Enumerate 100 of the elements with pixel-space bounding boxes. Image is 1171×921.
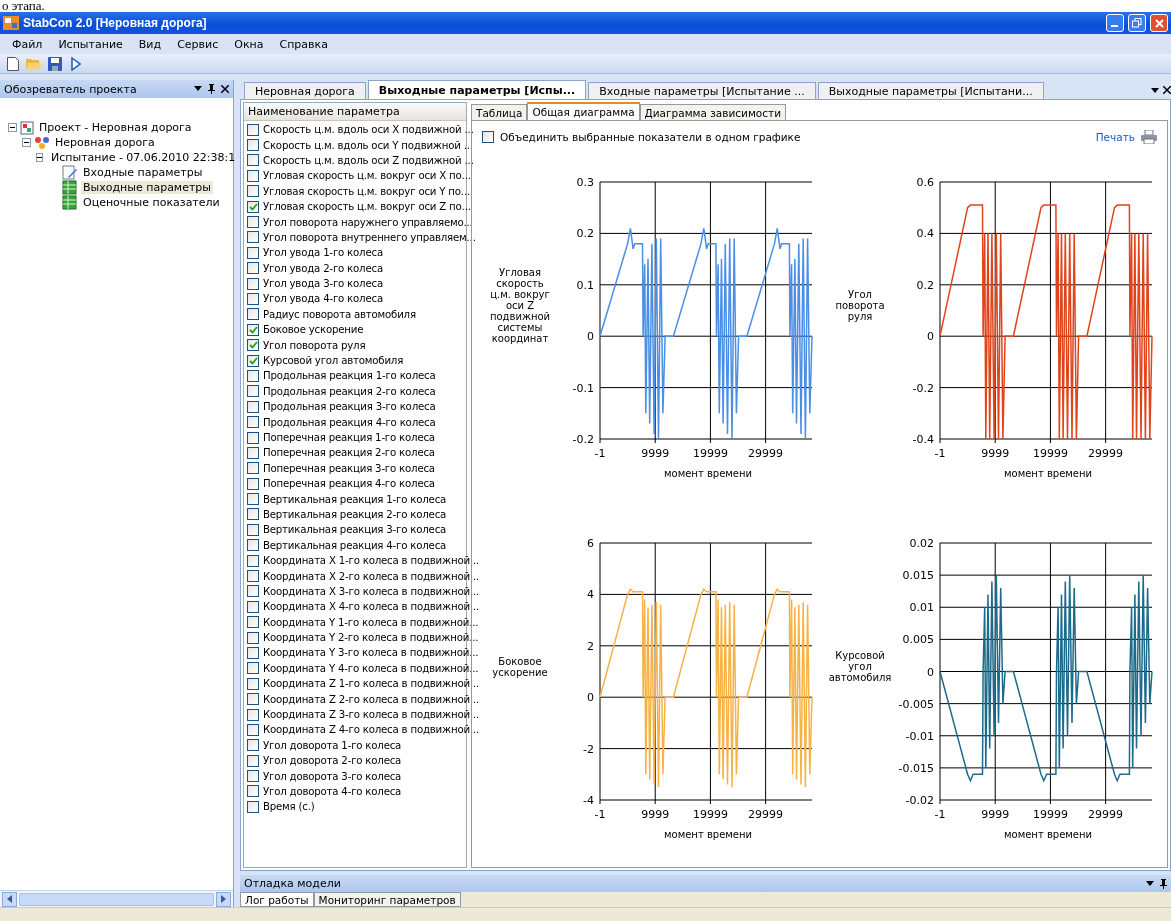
checkbox[interactable] [247,785,259,798]
document-tab[interactable]: Неровная дорога [244,82,366,99]
parameter-label: Вертикальная реакция 3-го колеса [263,524,447,536]
checkbox[interactable] [247,616,259,629]
document-tab[interactable]: Выходные параметры [Испытани... [817,82,1044,99]
printer-icon[interactable] [1141,130,1157,144]
checkbox[interactable] [247,723,259,736]
checkbox[interactable] [247,323,259,336]
tree-item[interactable]: Входные параметры [81,166,205,179]
checkbox[interactable] [247,139,259,152]
checkbox[interactable] [247,246,259,259]
collapse-toggle[interactable] [22,138,31,147]
checkbox[interactable] [247,354,259,367]
checkbox[interactable] [247,539,259,552]
toolbar-button[interactable] [46,55,63,72]
play-icon [70,56,81,71]
document-tab[interactable]: Входные параметры [Испытание ... [588,82,816,99]
app-icon [3,16,19,30]
checkbox[interactable] [247,216,259,229]
checkbox[interactable] [247,123,259,136]
tree-item[interactable]: Проект - Неровная дорога [37,121,194,134]
maximize-button[interactable] [1128,14,1146,32]
axis-tick-label: 0.01 [909,601,934,615]
checkbox[interactable] [247,570,259,582]
checkbox[interactable] [247,369,259,382]
menu-item[interactable]: Справка [271,37,336,51]
panel-title: Отладка модели [244,877,342,890]
dropdown-icon[interactable] [1151,88,1159,94]
view-tab[interactable]: Диаграмма зависимости [639,104,786,120]
right-arrow-icon [221,895,226,903]
parameter-label: Поперечная реакция 3-го колеса [263,462,435,474]
horizontal-scrollbar[interactable] [0,890,233,907]
menu-item[interactable]: Вид [130,37,170,51]
checkbox[interactable] [247,431,259,444]
checkbox[interactable] [247,493,259,506]
checkbox[interactable] [247,446,259,459]
checkbox[interactable] [247,600,259,613]
menu-item[interactable]: Сервис [169,37,227,51]
axis-tick-label: -0.015 [898,761,934,775]
checkbox[interactable] [247,308,259,321]
print-link[interactable]: Печать [1095,131,1135,143]
checkbox[interactable] [247,462,259,475]
checkbox[interactable] [247,508,259,521]
checkbox[interactable] [247,477,259,490]
tree-item[interactable]: Оценочные показатели [81,196,222,209]
folder-icon [25,57,42,70]
checkbox[interactable] [247,169,259,182]
checkbox[interactable] [482,131,494,143]
checkbox[interactable] [247,231,259,244]
menu-item[interactable]: Файл [4,37,51,51]
checkbox[interactable] [247,277,259,290]
checkmark-icon [248,202,258,211]
checkbox[interactable] [247,554,259,567]
close-icon[interactable] [221,85,229,93]
dropdown-icon[interactable] [1146,880,1154,887]
pin-icon[interactable] [1160,878,1167,889]
menu-item[interactable]: Окна [226,37,272,51]
axis-tick-label: 0.4 [916,227,934,241]
view-tab[interactable]: Общая диаграмма [527,102,640,120]
pin-icon[interactable] [208,84,215,94]
minimize-button[interactable] [1106,14,1124,32]
checkbox[interactable] [247,416,259,429]
column-header: Наименование параметра [244,103,466,121]
checkbox[interactable] [247,754,259,767]
checkbox[interactable] [247,185,259,198]
tree-item[interactable]: Неровная дорога [53,136,157,149]
checkbox[interactable] [247,585,259,598]
panel-tab[interactable]: Лог работы [240,892,314,907]
checkbox[interactable] [247,631,259,644]
checkbox[interactable] [247,523,259,536]
checkbox[interactable] [247,339,259,352]
checkbox[interactable] [247,708,259,721]
checkbox[interactable] [247,677,259,690]
close-button[interactable] [1150,14,1168,32]
checkbox[interactable] [247,693,259,706]
menu-item[interactable]: Испытание [50,37,131,51]
collapse-toggle[interactable] [8,123,17,132]
tree-item[interactable]: Испытание - 07.06.2010 22:38:1 [49,151,238,164]
checkbox[interactable] [247,154,259,167]
view-tab[interactable]: Таблица [471,104,528,120]
axis-tick-label: 29999 [1088,808,1124,821]
close-icon[interactable] [1163,86,1171,94]
checkbox[interactable] [247,800,259,813]
checkbox[interactable] [247,293,259,305]
parameter-label: Скорость ц.м. вдоль оси Z подвижной ... [263,154,474,166]
document-tab[interactable]: Выходные параметры [Испы... [367,80,587,99]
checkbox[interactable] [247,385,259,398]
toolbar-button[interactable] [4,55,21,72]
checkbox[interactable] [247,200,259,213]
checkbox[interactable] [247,400,259,413]
panel-tab[interactable]: Мониторинг параметров [313,892,461,907]
collapse-toggle[interactable] [36,153,43,162]
checkbox[interactable] [247,739,259,752]
checkbox[interactable] [247,646,259,659]
parameter-label: Координата Y 2-го колеса в подвижной... [263,632,479,644]
checkbox[interactable] [247,262,259,275]
checkbox[interactable] [247,770,259,783]
tree-item[interactable]: Выходные параметры [81,181,213,194]
dropdown-icon[interactable] [194,86,202,92]
checkbox[interactable] [247,662,259,675]
